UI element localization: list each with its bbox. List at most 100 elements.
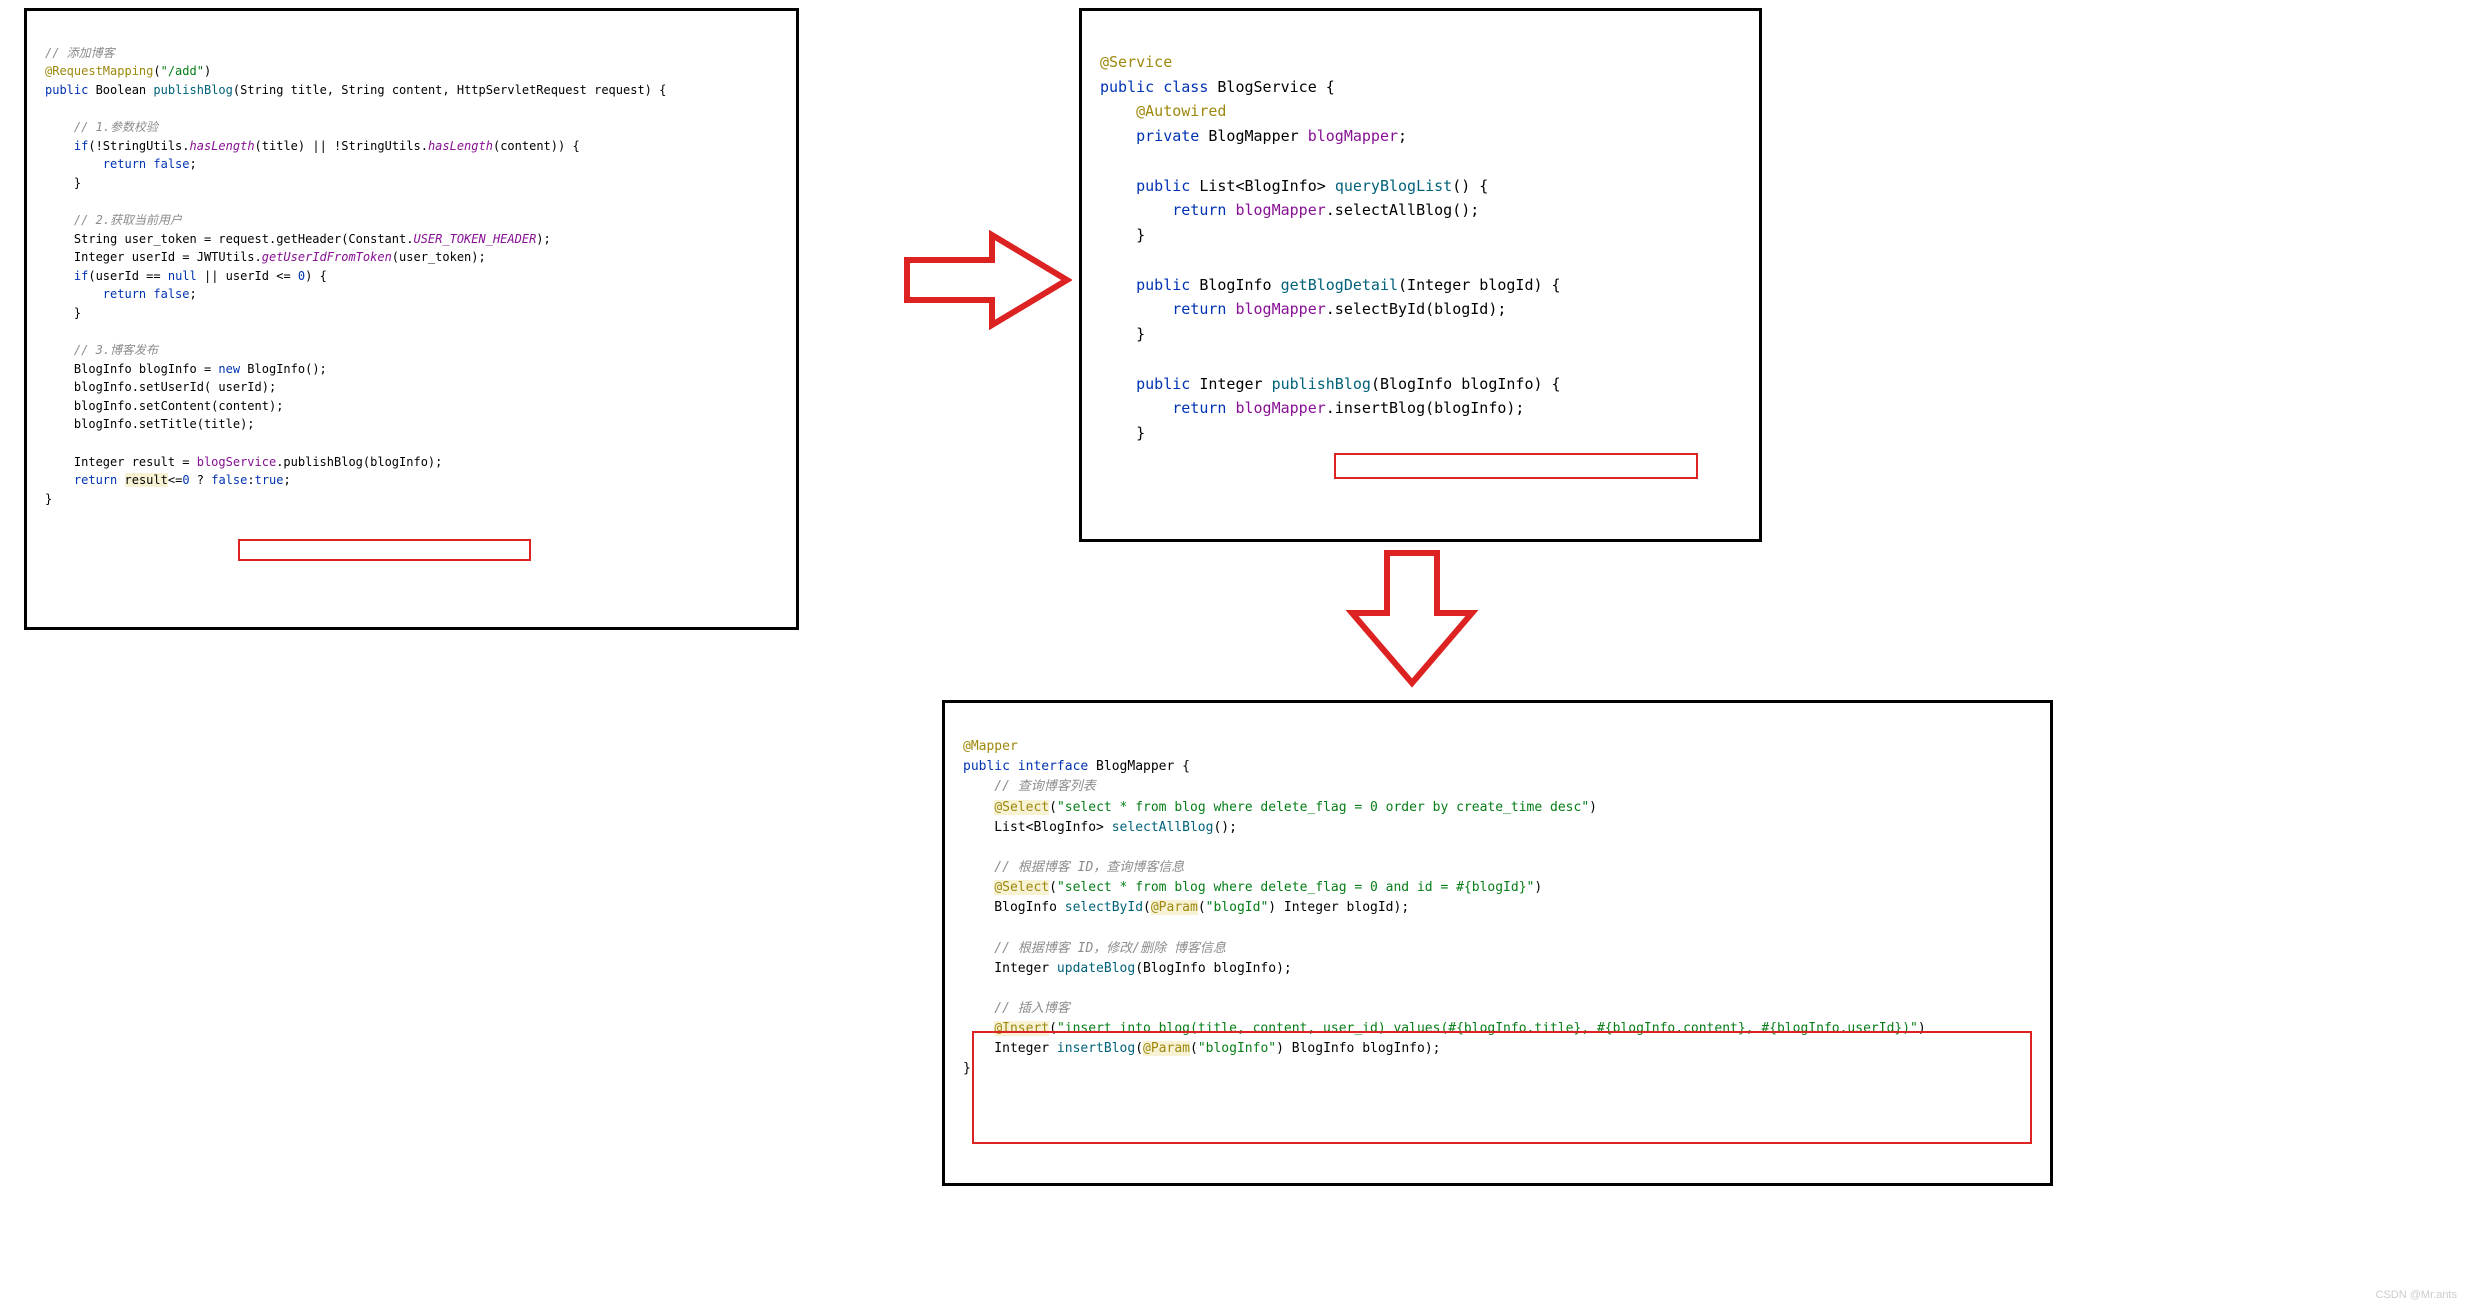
code-text: } [1100, 424, 1145, 442]
code-text: ); [536, 232, 550, 246]
code-panel-controller: // 添加博客 @RequestMapping("/add") public B… [24, 8, 799, 630]
annotation: @Select [994, 880, 1049, 895]
code-text: ; [190, 157, 197, 171]
code-text: .insertBlog(blogInfo); [1326, 399, 1525, 417]
keyword: return [1172, 201, 1226, 219]
keyword: new [218, 362, 240, 376]
method: queryBlogList [1335, 177, 1452, 195]
code-text: blogInfo.setContent(content); [45, 399, 283, 413]
method: selectById [1065, 900, 1143, 915]
code-text [45, 269, 74, 283]
keyword: public [1136, 276, 1190, 294]
code-text: Integer [1190, 375, 1271, 393]
code-text: (content)) { [493, 139, 580, 153]
keyword: return [74, 473, 117, 487]
code-text: ) [204, 64, 211, 78]
code-text: : [247, 473, 254, 487]
code-text: ? [190, 473, 212, 487]
code-text: ( [1143, 900, 1151, 915]
comment: // 插入博客 [963, 1001, 1070, 1016]
annotation: @Param [1151, 900, 1198, 915]
code-text: (title) || !StringUtils. [255, 139, 428, 153]
code-text: ; [190, 287, 197, 301]
constant: USER_TOKEN_HEADER [413, 232, 536, 246]
code-text: ) BlogInfo blogInfo); [1276, 1041, 1440, 1056]
comment: // 添加博客 [45, 46, 115, 60]
code-text [1100, 399, 1172, 417]
keyword: public [1136, 177, 1190, 195]
field: blogMapper [1235, 399, 1325, 417]
field: blogMapper [1235, 201, 1325, 219]
code-text: ( [1049, 1021, 1057, 1036]
code-panel-service: @Service public class BlogService { @Aut… [1079, 8, 1762, 542]
code-text [1100, 375, 1136, 393]
annotation: @Select [994, 800, 1049, 815]
code-text [1100, 127, 1136, 145]
code-panel-mapper: @Mapper public interface BlogMapper { //… [942, 700, 2053, 1186]
watermark: CSDN @Mr.ants [2376, 1289, 2457, 1301]
annotation: @Insert [994, 1021, 1049, 1036]
code-text: List<BlogInfo> [963, 820, 1112, 835]
keyword: if [74, 269, 88, 283]
code-text [1100, 177, 1136, 195]
code-text: ( [153, 64, 160, 78]
comment: // 3.博客发布 [45, 343, 158, 357]
string: "select * from blog where delete_flag = … [1057, 880, 1534, 895]
method: hasLength [190, 139, 255, 153]
code-text: (); [1213, 820, 1236, 835]
code-text: ( [1049, 800, 1057, 815]
code-text: ( [1190, 1041, 1198, 1056]
keyword: true [255, 473, 284, 487]
comment: // 根据博客 ID，查询博客信息 [963, 860, 1184, 875]
code-text: BlogInfo [963, 900, 1065, 915]
keyword: false [211, 473, 247, 487]
code-text: } [1100, 226, 1145, 244]
code-text: ( [1049, 880, 1057, 895]
code-text: ) Integer blogId); [1268, 900, 1409, 915]
code-text: blogInfo.setTitle(title); [45, 417, 255, 431]
keyword: public class [1100, 78, 1208, 96]
method: hasLength [428, 139, 493, 153]
keyword: if [74, 139, 88, 153]
code-text: .publishBlog(blogInfo); [276, 455, 442, 469]
code-text: BlogInfo(); [240, 362, 327, 376]
code-text [1100, 201, 1172, 219]
code-text: (String title, String content, HttpServl… [233, 83, 666, 97]
comment: // 根据博客 ID，修改/删除 博客信息 [963, 941, 1226, 956]
code-text: String user_token = request.getHeader(Co… [45, 232, 413, 246]
code-text: (Integer blogId) { [1398, 276, 1561, 294]
keyword: private [1136, 127, 1199, 145]
code-text: || userId <= [197, 269, 298, 283]
code-text: } [1100, 325, 1145, 343]
arrow-down-icon [1342, 548, 1482, 688]
code-text: } [45, 306, 81, 320]
code-text: ) { [305, 269, 327, 283]
code-text: } [45, 492, 52, 506]
code-text: Boolean [88, 83, 153, 97]
code-text: <= [168, 473, 182, 487]
method: publishBlog [1272, 375, 1371, 393]
code-text: (BlogInfo blogInfo); [1135, 961, 1292, 976]
keyword: null [168, 269, 197, 283]
keyword: public interface [963, 759, 1088, 774]
code-text: ; [1398, 127, 1407, 145]
method: getUserIdFromToken [262, 250, 392, 264]
method: insertBlog [1057, 1041, 1135, 1056]
field: blogMapper [1308, 127, 1398, 145]
string: "select * from blog where delete_flag = … [1057, 800, 1589, 815]
code-text: } [45, 176, 81, 190]
code-text: Integer userId = JWTUtils. [45, 250, 262, 264]
code-text: } [963, 1061, 971, 1076]
keyword: return false [103, 157, 190, 171]
code-text [1100, 276, 1136, 294]
code-text: ; [284, 473, 291, 487]
string: "blogInfo" [1198, 1041, 1276, 1056]
comment: // 2.获取当前用户 [45, 213, 182, 227]
keyword: return false [103, 287, 190, 301]
code-text: ) [1534, 880, 1542, 895]
code-text: Integer result = [45, 455, 197, 469]
string: "/add" [161, 64, 204, 78]
code-text [45, 473, 74, 487]
code-text: BlogMapper [1199, 127, 1307, 145]
comment: // 1.参数校验 [45, 120, 158, 134]
